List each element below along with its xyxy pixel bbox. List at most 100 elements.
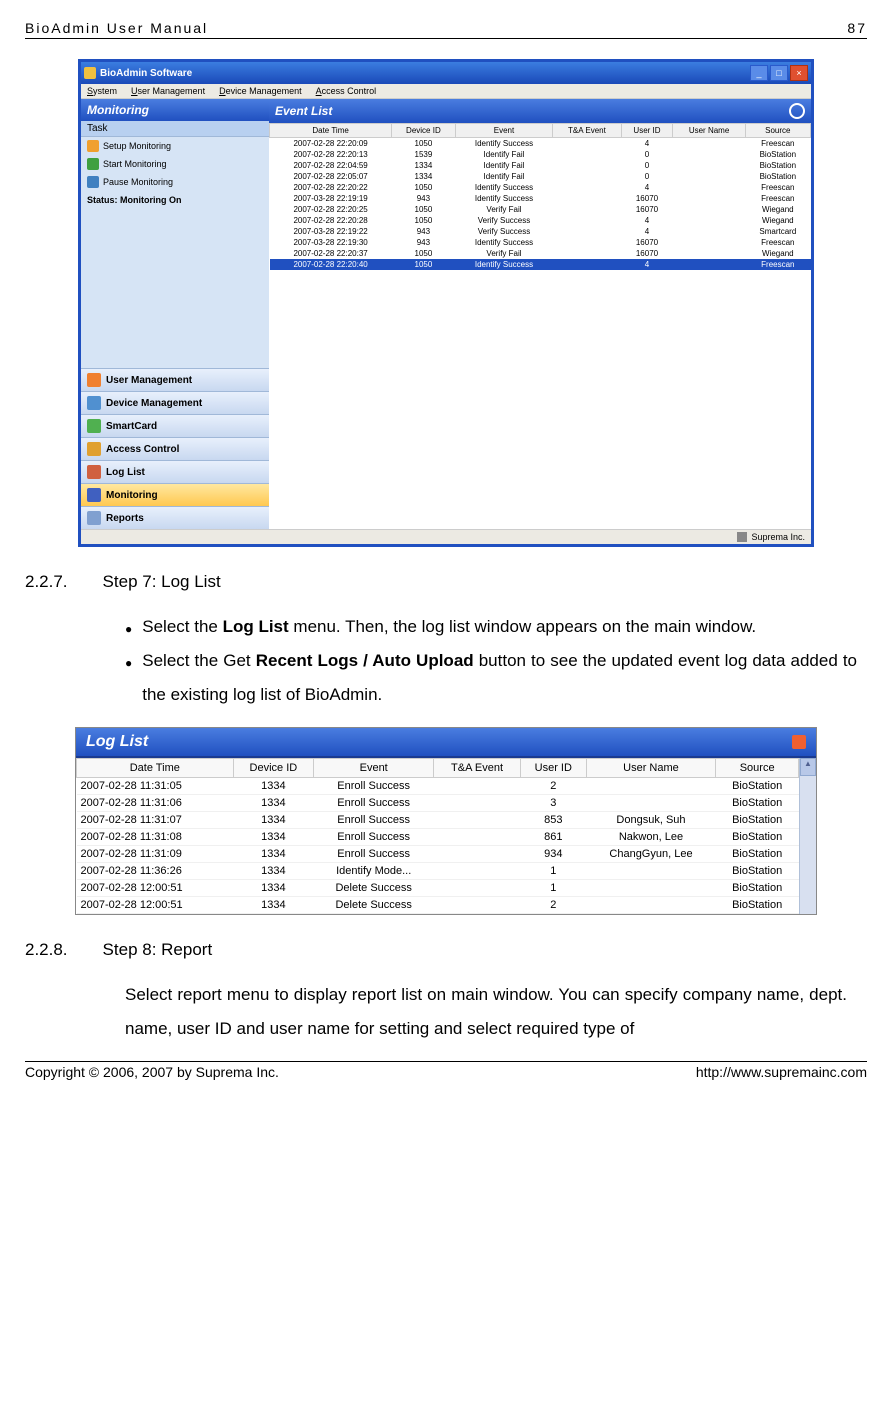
column-header[interactable]: Device ID — [392, 124, 455, 138]
sidebar: Monitoring Task Setup Monitoring Start M… — [81, 99, 269, 529]
nav-user-mgmt[interactable]: User Management — [81, 368, 269, 391]
loglist-window: Log List Date TimeDevice IDEventT&A Even… — [75, 727, 817, 915]
section-title: Step 8: Report — [103, 940, 213, 960]
device-icon — [87, 396, 101, 410]
menubar: System User Management Device Management… — [81, 84, 811, 99]
nav-monitoring[interactable]: Monitoring — [81, 483, 269, 506]
bullet-1: ● Select the Log List menu. Then, the lo… — [125, 610, 857, 644]
table-row[interactable]: 2007-02-28 22:04:591334Identify Fail0Bio… — [270, 160, 811, 171]
statusbar: Suprema Inc. — [81, 529, 811, 544]
scrollbar[interactable]: ▲ — [799, 758, 816, 914]
section-number: 2.2.7. — [25, 572, 68, 592]
window-title: BioAdmin Software — [100, 68, 192, 79]
nav-smartcard[interactable]: SmartCard — [81, 414, 269, 437]
refresh-icon[interactable] — [792, 735, 806, 749]
setup-icon — [87, 140, 99, 152]
monitor-icon — [87, 488, 101, 502]
table-row[interactable]: 2007-02-28 11:31:091334Enroll Success934… — [77, 846, 799, 863]
nav-buttons: User Management Device Management SmartC… — [81, 368, 269, 529]
table-row[interactable]: 2007-02-28 22:05:071334Identify Fail0Bio… — [270, 171, 811, 182]
bullet-icon: ● — [125, 644, 132, 712]
maximize-button[interactable]: □ — [770, 65, 788, 81]
doc-title: BioAdmin User Manual — [25, 20, 208, 36]
section-227-heading: 2.2.7. Step 7: Log List — [25, 572, 867, 592]
column-header[interactable]: Source — [745, 124, 810, 138]
bullet-2: ● Select the Get Recent Logs / Auto Uplo… — [125, 644, 857, 712]
nav-reports[interactable]: Reports — [81, 506, 269, 529]
page-footer: Copyright © 2006, 2007 by Suprema Inc. h… — [25, 1061, 867, 1080]
user-icon — [87, 373, 101, 387]
log-icon — [87, 465, 101, 479]
search-icon[interactable] — [789, 103, 805, 119]
event-list-header: Event List — [269, 99, 811, 123]
start-icon — [87, 158, 99, 170]
table-row[interactable]: 2007-02-28 22:20:371050Verify Fail16070W… — [270, 248, 811, 259]
table-row[interactable]: 2007-02-28 11:31:051334Enroll Success2Bi… — [77, 778, 799, 795]
footer-url: http://www.supremainc.com — [696, 1064, 867, 1080]
nav-access-control[interactable]: Access Control — [81, 437, 269, 460]
task-pause-monitoring[interactable]: Pause Monitoring — [81, 173, 269, 191]
column-header[interactable]: Date Time — [77, 759, 234, 778]
titlebar[interactable]: BioAdmin Software _ □ × — [81, 62, 811, 84]
table-row[interactable]: 2007-03-28 22:19:30943Identify Success16… — [270, 237, 811, 248]
lock-icon — [87, 442, 101, 456]
table-row[interactable]: 2007-02-28 11:31:081334Enroll Success861… — [77, 829, 799, 846]
nav-device-mgmt[interactable]: Device Management — [81, 391, 269, 414]
table-row[interactable]: 2007-03-28 22:19:22943Verify Success4Sma… — [270, 226, 811, 237]
table-row[interactable]: 2007-02-28 22:20:091050Identify Success4… — [270, 138, 811, 150]
column-header[interactable]: User ID — [621, 124, 673, 138]
app-icon — [84, 67, 96, 79]
sidebar-title: Monitoring — [81, 99, 269, 121]
task-header: Task — [81, 121, 269, 137]
minimize-button[interactable]: _ — [750, 65, 768, 81]
table-row[interactable]: 2007-02-28 22:20:281050Verify Success4Wi… — [270, 215, 811, 226]
column-header[interactable]: Source — [716, 759, 799, 778]
report-icon — [87, 511, 101, 525]
event-table: Date TimeDevice IDEventT&A EventUser IDU… — [269, 123, 811, 270]
column-header[interactable]: Event — [455, 124, 553, 138]
bullet-icon: ● — [125, 610, 132, 644]
nav-log-list[interactable]: Log List — [81, 460, 269, 483]
task-setup-monitoring[interactable]: Setup Monitoring — [81, 137, 269, 155]
menu-device-mgmt[interactable]: Device Management — [219, 86, 302, 96]
table-row[interactable]: 2007-03-28 22:19:19943Identify Success16… — [270, 193, 811, 204]
column-header[interactable]: User ID — [520, 759, 586, 778]
company-icon — [737, 532, 747, 542]
copyright: Copyright © 2006, 2007 by Suprema Inc. — [25, 1064, 279, 1080]
section-title: Step 7: Log List — [103, 572, 221, 592]
main-area: Event List Date TimeDevice IDEventT&A Ev… — [269, 99, 811, 529]
pause-icon — [87, 176, 99, 188]
table-row[interactable]: 2007-02-28 12:00:511334Delete Success2Bi… — [77, 897, 799, 914]
column-header[interactable]: User Name — [586, 759, 716, 778]
table-row[interactable]: 2007-02-28 22:20:251050Verify Fail16070W… — [270, 204, 811, 215]
table-row[interactable]: 2007-02-28 12:00:511334Delete Success1Bi… — [77, 880, 799, 897]
menu-system[interactable]: System — [87, 86, 117, 96]
loglist-header: Log List — [76, 728, 816, 758]
section-228-heading: 2.2.8. Step 8: Report — [25, 940, 867, 960]
column-header[interactable]: User Name — [673, 124, 745, 138]
table-row[interactable]: 2007-02-28 11:31:061334Enroll Success3Bi… — [77, 795, 799, 812]
close-button[interactable]: × — [790, 65, 808, 81]
column-header[interactable]: Event — [314, 759, 434, 778]
menu-access-control[interactable]: Access Control — [316, 86, 377, 96]
table-row[interactable]: 2007-02-28 11:31:071334Enroll Success853… — [77, 812, 799, 829]
menu-user-mgmt[interactable]: User Management — [131, 86, 205, 96]
table-row[interactable]: 2007-02-28 11:36:261334Identify Mode...1… — [77, 863, 799, 880]
column-header[interactable]: T&A Event — [553, 124, 621, 138]
task-start-monitoring[interactable]: Start Monitoring — [81, 155, 269, 173]
loglist-table: Date TimeDevice IDEventT&A EventUser IDU… — [76, 758, 799, 914]
scroll-up-icon[interactable]: ▲ — [800, 758, 816, 776]
column-header[interactable]: T&A Event — [434, 759, 521, 778]
page-header: BioAdmin User Manual 87 — [25, 20, 867, 39]
section-228-paragraph: Select report menu to display report lis… — [125, 978, 847, 1046]
page-number: 87 — [847, 20, 867, 36]
card-icon — [87, 419, 101, 433]
table-row[interactable]: 2007-02-28 22:20:401050Identify Success4… — [270, 259, 811, 270]
monitoring-status: Status: Monitoring On — [81, 191, 269, 209]
column-header[interactable]: Device ID — [233, 759, 314, 778]
section-number: 2.2.8. — [25, 940, 68, 960]
bioadmin-window: BioAdmin Software _ □ × System User Mana… — [78, 59, 814, 547]
column-header[interactable]: Date Time — [270, 124, 392, 138]
table-row[interactable]: 2007-02-28 22:20:221050Identify Success4… — [270, 182, 811, 193]
table-row[interactable]: 2007-02-28 22:20:131539Identify Fail0Bio… — [270, 149, 811, 160]
